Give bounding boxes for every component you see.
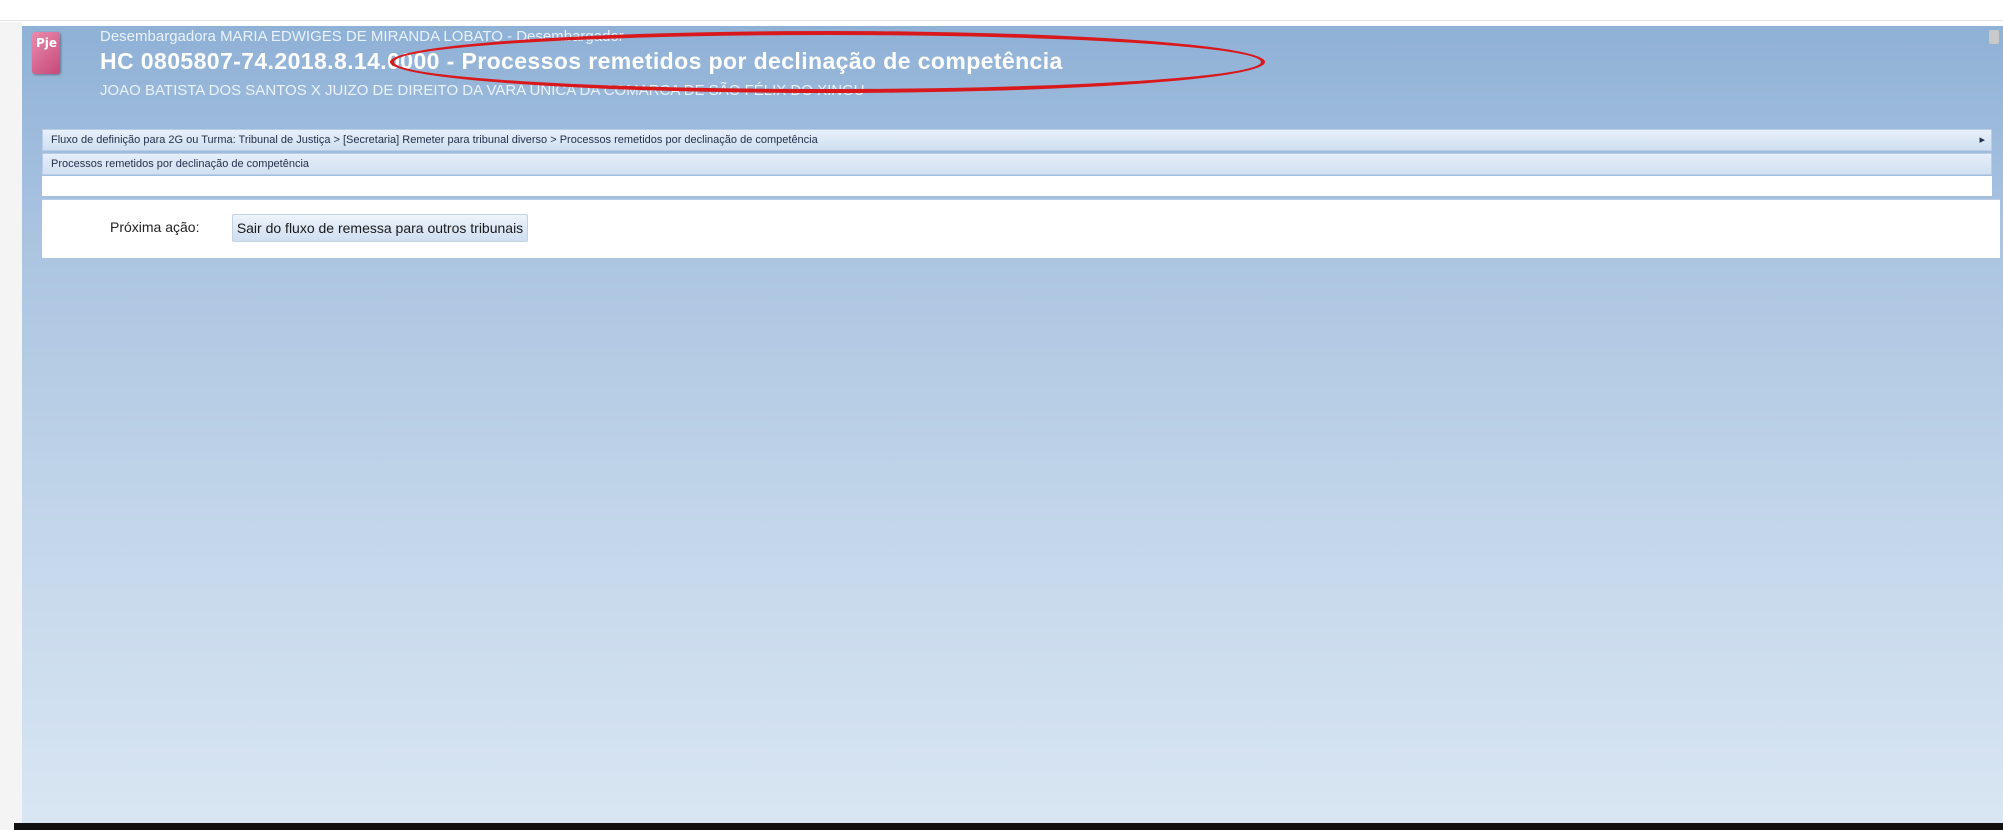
header-parties-line: JOAO BATISTA DOS SANTOS X JUIZO DE DIREI… bbox=[100, 82, 865, 99]
exit-flow-button[interactable]: Sair do fluxo de remessa para outros tri… bbox=[232, 214, 528, 242]
document-app-icon: Pje bbox=[32, 32, 60, 74]
bottom-border bbox=[14, 823, 2003, 830]
next-action-panel: Próxima ação: Sair do fluxo de remessa p… bbox=[42, 199, 2000, 258]
breadcrumb-text: Fluxo de definição para 2G ou Turma: Tri… bbox=[51, 134, 818, 146]
task-window: Pje Desembargadora MARIA EDWIGES DE MIRA… bbox=[22, 26, 2003, 825]
header-user-line: Desembargadora MARIA EDWIGES DE MIRANDA … bbox=[100, 28, 624, 45]
task-spacer bbox=[42, 176, 1992, 196]
window-scroll-handle[interactable] bbox=[1989, 30, 1999, 44]
breadcrumb: Fluxo de definição para 2G ou Turma: Tri… bbox=[42, 129, 1992, 151]
page-title: HC 0805807-74.2018.8.14.0000 - Processos… bbox=[100, 48, 1063, 74]
top-divider bbox=[0, 20, 2003, 21]
next-action-label: Próxima ação: bbox=[110, 219, 200, 235]
left-margin bbox=[0, 22, 22, 830]
task-name: Processos remetidos por declinação de co… bbox=[51, 158, 310, 170]
breadcrumb-toggle-icon[interactable]: ▸ bbox=[1979, 133, 1985, 146]
task-name-bar: Processos remetidos por declinação de co… bbox=[42, 153, 1992, 175]
